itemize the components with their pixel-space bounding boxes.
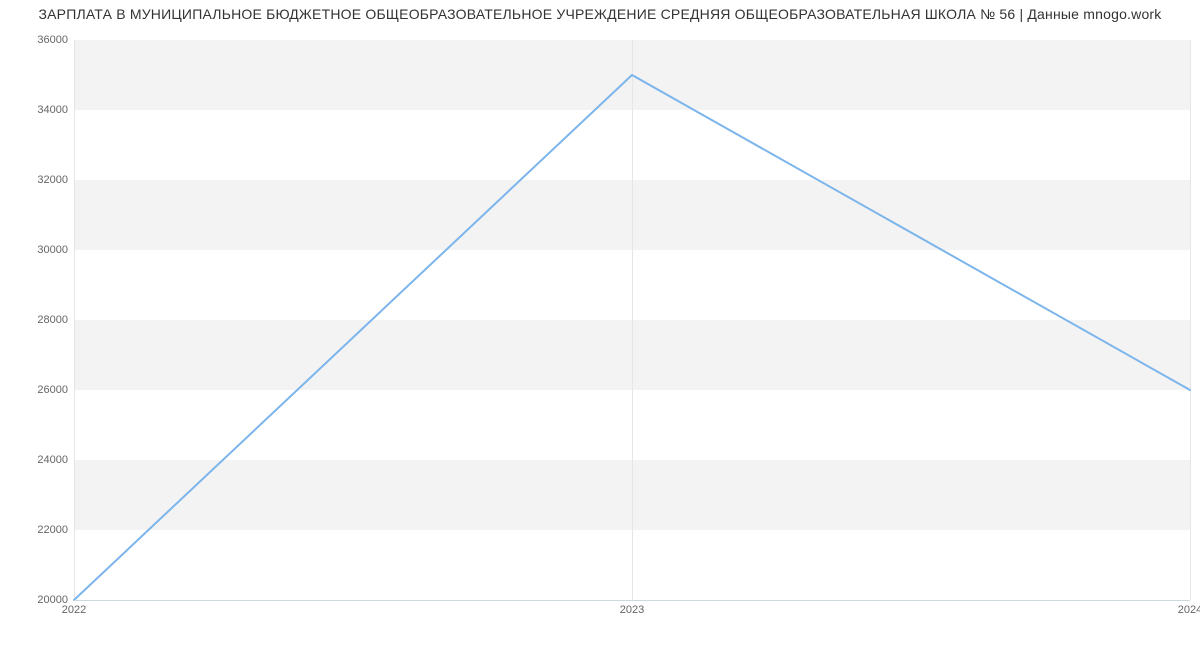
y-tick-label: 26000 — [8, 384, 68, 396]
y-tick-label: 28000 — [8, 314, 68, 326]
y-tick-label: 30000 — [8, 244, 68, 256]
y-tick-label: 22000 — [8, 524, 68, 536]
line-series — [74, 40, 1190, 600]
x-tick-label: 2024 — [1178, 604, 1200, 616]
y-tick-label: 24000 — [8, 454, 68, 466]
gridline-vertical — [1190, 40, 1191, 600]
x-tick-label: 2023 — [620, 604, 644, 616]
plot-area — [74, 40, 1190, 600]
y-tick-label: 36000 — [8, 34, 68, 46]
y-tick-label: 20000 — [8, 594, 68, 606]
y-tick-label: 32000 — [8, 174, 68, 186]
chart-container: ЗАРПЛАТА В МУНИЦИПАЛЬНОЕ БЮДЖЕТНОЕ ОБЩЕО… — [0, 0, 1200, 650]
x-axis-line — [74, 600, 1190, 601]
chart-title: ЗАРПЛАТА В МУНИЦИПАЛЬНОЕ БЮДЖЕТНОЕ ОБЩЕО… — [0, 6, 1200, 22]
y-tick-label: 34000 — [8, 104, 68, 116]
x-tick-label: 2022 — [62, 604, 86, 616]
